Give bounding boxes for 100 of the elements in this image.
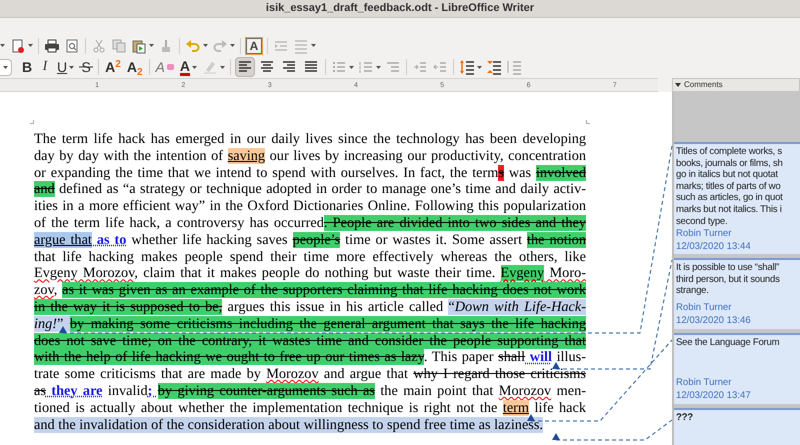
caret-icon: [0, 44, 5, 47]
deleted-text: as: [34, 382, 46, 399]
body-text: ,: [54, 282, 58, 298]
line-spacing-button[interactable]: [458, 58, 483, 76]
spacing-icon: [506, 59, 522, 75]
body-text: of the term life hack, a controversy has occurred: [34, 214, 324, 231]
caret-icon: [192, 66, 197, 68]
body-text: tioned is actually about whether the implementation technique is right not the: [34, 400, 498, 416]
comment-text: ???: [676, 412, 694, 424]
dropdown-field[interactable]: [0, 58, 12, 76]
caret-icon: [28, 44, 33, 47]
italic-button[interactable]: I: [37, 58, 53, 76]
commented-text: and the invalidation of the consideration about willingness to spend free time as laziness.: [34, 416, 543, 433]
comment-date: 12/03/2020 13:44: [676, 240, 752, 254]
list-icon: [293, 38, 309, 54]
clear-formatting-button[interactable]: A: [154, 58, 176, 76]
comment-text: second type.: [676, 216, 728, 228]
comment-text: See the Language Forum: [676, 336, 780, 348]
comment-text: such as articles, go in quot: [676, 192, 784, 204]
body-text: our lives by increasing our productivity, concentration: [268, 148, 586, 164]
comment-author: Robin Turner: [676, 300, 732, 314]
deleted-text: . People are divided into two sides and they: [324, 214, 586, 231]
align-left-button[interactable]: [234, 57, 255, 77]
caret-icon: [220, 66, 225, 68]
comment-card[interactable]: See the Language Forum Robin Turner 12/03/2020 13:47: [674, 332, 800, 404]
body-text: was: [508, 164, 532, 181]
caret-icon: [149, 44, 154, 47]
deleted-text: with the help of life hacking we ought to free up our times as lazy: [34, 349, 424, 366]
body-text: and argue that: [322, 366, 409, 382]
print-preview-icon: [64, 38, 80, 54]
bold-button[interactable]: B: [19, 58, 35, 76]
inserted-text: they are: [50, 382, 102, 399]
paragraph-spacing-icon: [486, 59, 502, 75]
scissors-icon: [91, 38, 107, 54]
comment-card[interactable]: It is possible to use “shall” third person, but it sounds strange. Robin Turner 12/03/2020 13:46: [674, 258, 800, 329]
body-text: whether life hacking saves: [130, 232, 289, 248]
paragraph-spacing-button[interactable]: [484, 58, 503, 76]
body-text: invalid: [106, 382, 148, 399]
commented-text: “: [448, 298, 455, 315]
deleted-text: argue that: [34, 232, 92, 248]
eraser-icon: [166, 64, 174, 70]
deleted-text: why I regard those criticisms: [413, 366, 586, 382]
printer-button[interactable]: [43, 36, 61, 54]
line-spacing-icon: [458, 59, 475, 75]
deleted-text: as it was given as an example of the supporters claiming that life hacking does not work: [62, 282, 586, 298]
body-text: ities in a more efficient way” in the Oxford Dictionaries Online. Following this popularization: [34, 198, 586, 214]
deleted-text: s: [498, 164, 504, 181]
body-text: The term life hack has emerged in our daily lives since the technology has been developing: [34, 131, 586, 147]
superscript-button[interactable]: A$^{2}$: [103, 58, 123, 76]
comment-text: books, journals or films, sh: [676, 158, 784, 170]
align-left-icon: [236, 59, 253, 75]
misspelled-word: Morozov: [266, 366, 319, 382]
comment-text: marks but not italics. This i: [676, 204, 783, 216]
caret-icon: [348, 66, 354, 68]
text-box-button[interactable]: A: [246, 38, 262, 54]
underline-button[interactable]: U: [55, 58, 76, 76]
comments-header[interactable]: Comments: [672, 78, 800, 92]
caret-icon: [69, 66, 74, 68]
numbered-list-icon: [358, 59, 374, 75]
comment-text: go in italics but not quotat: [676, 169, 779, 181]
body-text: trate some criticisms that are made by: [34, 366, 262, 382]
deleted-text: Evgeny: [500, 265, 544, 282]
caret-icon: [230, 44, 235, 47]
body-text: , claim that it makes people do nothing but waste their time.: [134, 265, 496, 282]
comment-text: marks; titles of parts of wo: [676, 180, 782, 192]
misspelled-word: Morozov: [498, 382, 552, 399]
commented-text: Down with Life-Hack-: [454, 298, 586, 315]
body-text: time or wastes it. Some assert: [344, 232, 524, 248]
copy-button[interactable]: [110, 36, 128, 54]
deleted-text: shall: [498, 349, 526, 366]
body-text: or expanding the time that we intend to spend with ourselves. In fact, the term: [34, 164, 498, 181]
paste-icon: [131, 38, 147, 54]
comment-card[interactable]: ???: [674, 408, 800, 445]
inserted-text: will: [528, 349, 552, 366]
copy-icon: [111, 38, 127, 54]
comment-date: 12/03/2020 13:47: [676, 388, 752, 402]
caret-icon: [3, 66, 8, 68]
body-text: defined as “a strategy or technique adopted in order to manage one’s time and daily activ-: [58, 181, 586, 198]
caret-icon: [376, 66, 381, 68]
misspelled-word: zov: [34, 282, 54, 298]
comment-text: strange.: [676, 285, 710, 297]
caret-icon: [203, 44, 208, 47]
highlighter-icon: [202, 59, 218, 75]
commented-text: ”: [57, 316, 70, 332]
printer-icon: [44, 38, 60, 54]
comment-text: Titles of complete works, s: [676, 146, 783, 158]
body-text: men-: [556, 382, 586, 399]
comment-anchor-icon: [552, 362, 560, 369]
align-right-icon: [280, 59, 297, 75]
body-text: illus-: [556, 349, 586, 366]
inserted-text: ;: [148, 382, 154, 399]
caret-icon: [476, 66, 482, 68]
bullet-list-icon: [330, 59, 347, 75]
comment-author: Robin Turner: [676, 376, 732, 389]
body-text: . This paper: [424, 349, 495, 366]
deleted-text: does not save time; on the contrary, it wastes time and consider the people supporting that: [34, 332, 586, 349]
caret-icon: [675, 83, 681, 87]
inserted-text: as to: [96, 232, 126, 248]
subscript-button[interactable]: A$_{2}$: [124, 58, 144, 76]
comment-card[interactable]: [674, 142, 800, 254]
